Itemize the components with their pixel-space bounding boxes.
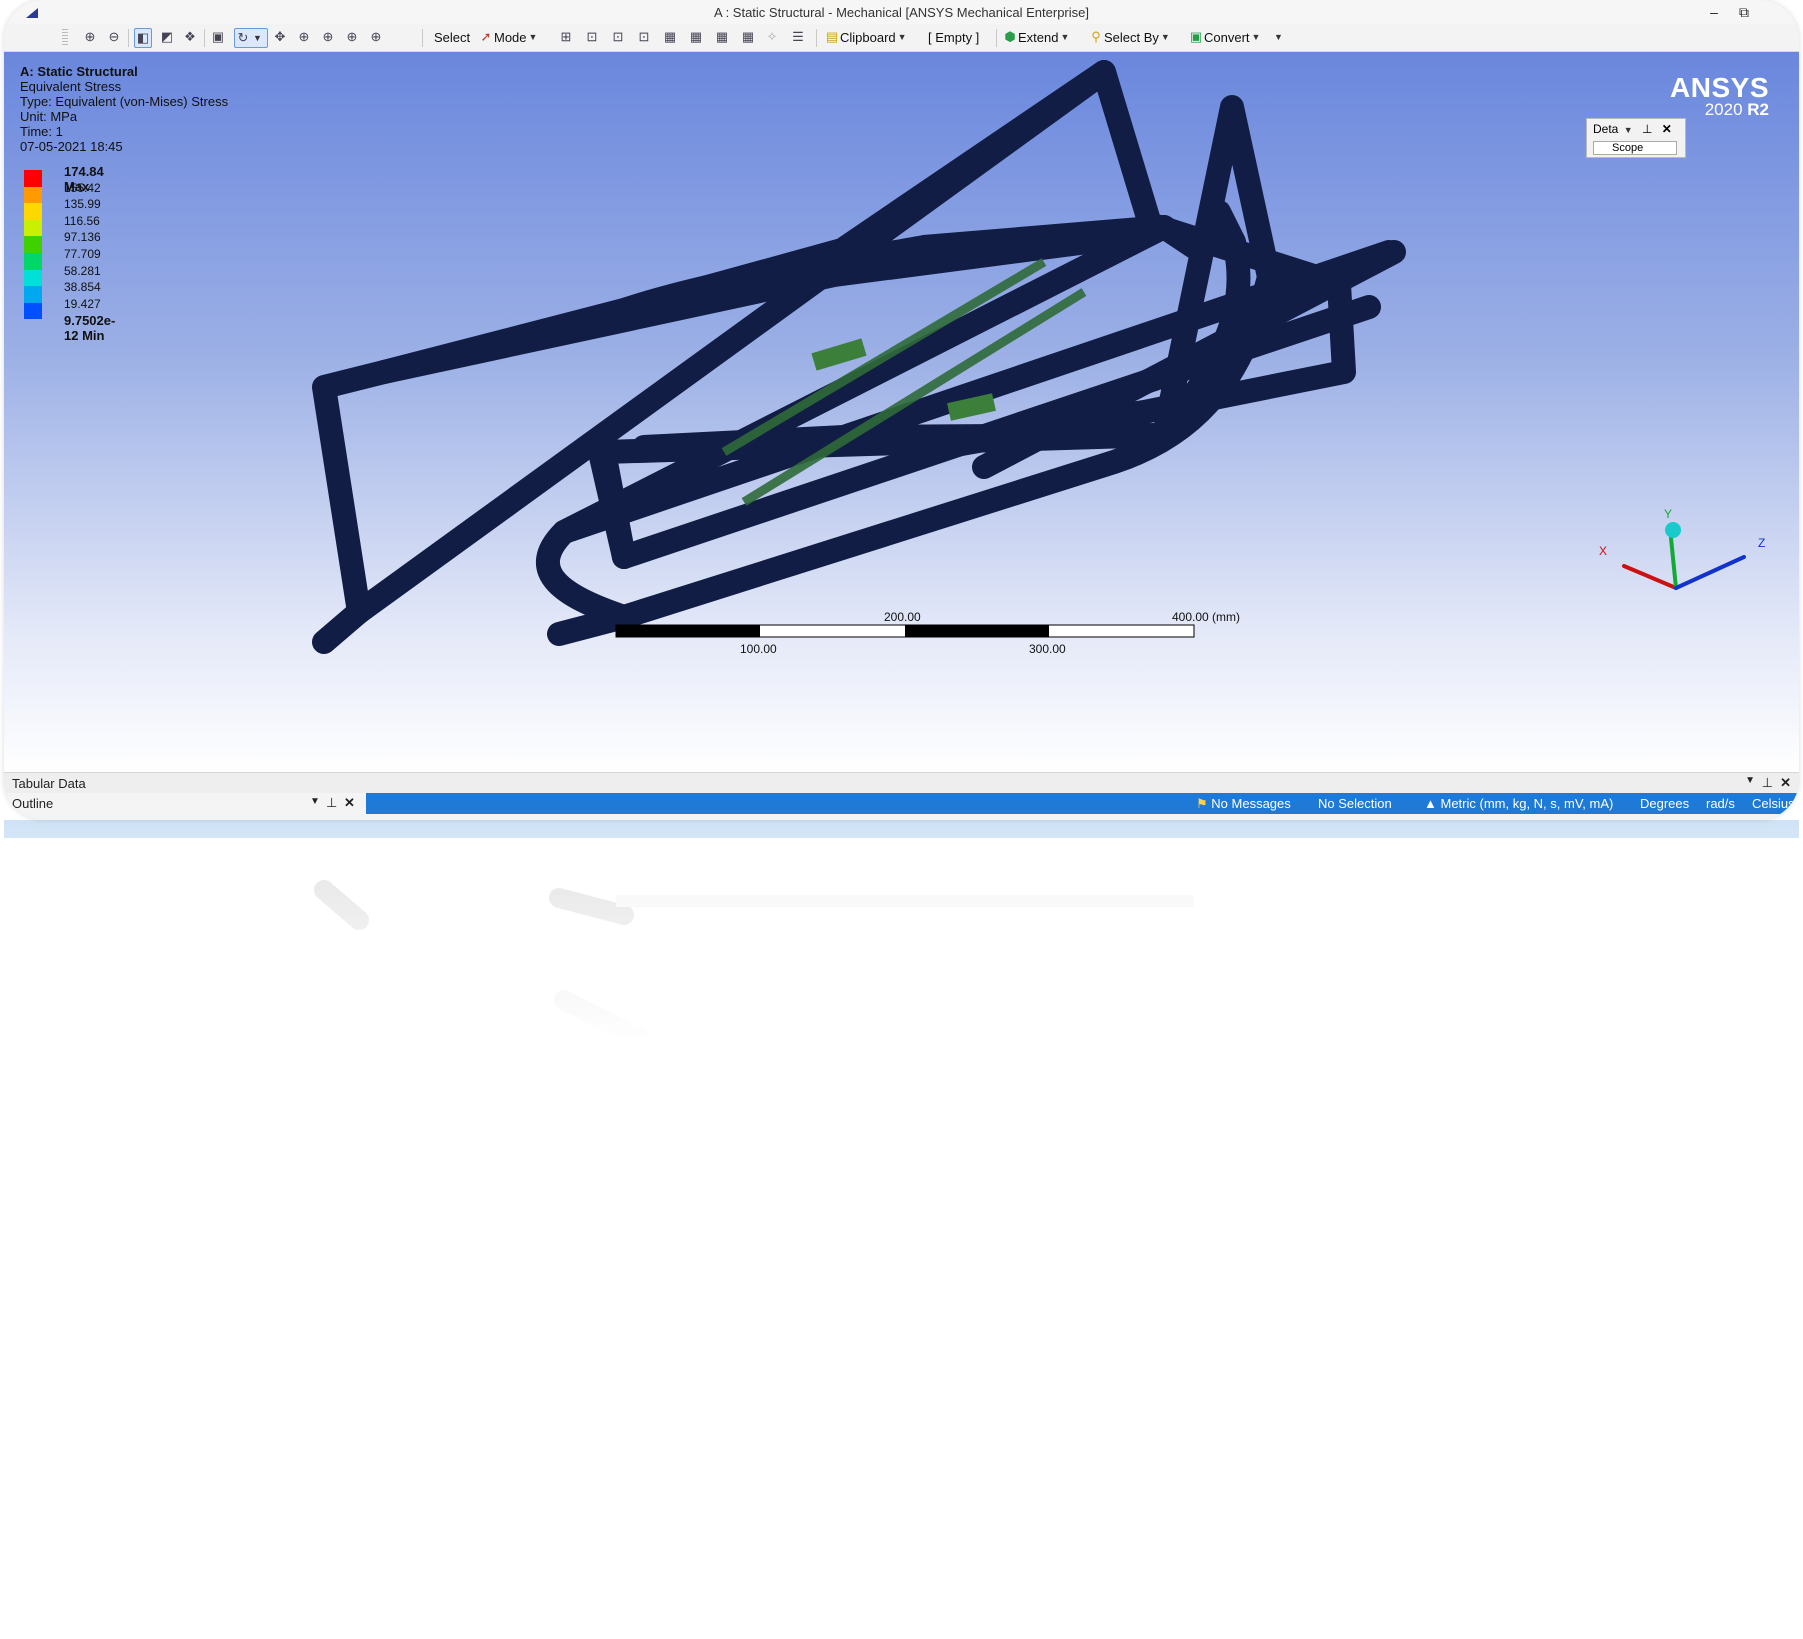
convert-icon: ▣ xyxy=(1189,29,1203,44)
clipboard-button[interactable]: ▤ Clipboard ▼ xyxy=(824,28,907,46)
zoom-fit-icon[interactable]: ⊕ xyxy=(344,28,360,46)
pin-icon: ⚲ xyxy=(1091,29,1101,44)
rotate-icon[interactable]: ↻ ▼ xyxy=(234,28,268,48)
close-icon[interactable]: ✕ xyxy=(1780,775,1791,791)
select-element-face-icon[interactable]: ▦ xyxy=(688,28,704,46)
magnifier-icon[interactable]: ⊕ xyxy=(368,28,384,46)
empty-indicator: [ Empty ] xyxy=(928,29,980,45)
select-element-icon[interactable]: ▦ xyxy=(714,28,730,46)
section-icon[interactable]: ▣ xyxy=(210,28,226,46)
clipboard-icon: ▤ xyxy=(825,29,839,44)
outline-title: Outline xyxy=(12,796,54,811)
messages-status[interactable]: ⚑ No Messages xyxy=(1196,796,1291,812)
ansys-mechanical-window: A : Static Structural - Mechanical [ANSY… xyxy=(4,0,1799,820)
select-node-icon[interactable]: ▦ xyxy=(662,28,678,46)
box-zoom-icon[interactable]: ⊕ xyxy=(320,28,336,46)
select-by-button[interactable]: ⚲ Select By ▼ xyxy=(1088,28,1170,46)
zoom-in-icon[interactable]: ⊕ xyxy=(82,28,98,46)
filter-icon[interactable]: ☰ xyxy=(790,28,806,46)
title-bar: A : Static Structural - Mechanical [ANSY… xyxy=(4,0,1799,24)
select-edge-icon[interactable]: ⊡ xyxy=(584,28,600,46)
triad xyxy=(1622,522,1746,590)
toolbar-grip[interactable] xyxy=(62,29,68,47)
scale-bar xyxy=(615,624,1195,638)
messages-icon: ⚑ xyxy=(1196,796,1208,811)
window-title: A : Static Structural - Mechanical [ANSY… xyxy=(714,5,1089,20)
zoom-out-icon[interactable]: ⊖ xyxy=(106,28,122,46)
zoom-icon[interactable]: ⊕ xyxy=(296,28,312,46)
mode-button[interactable]: ➚ Mode ▼ xyxy=(478,28,538,46)
temperature-units[interactable]: Celsius xyxy=(1752,796,1795,811)
tabular-data-header[interactable]: Tabular Data ▼ ⊥ ✕ xyxy=(4,772,1799,793)
extend-icon: ⬢ xyxy=(1004,29,1016,44)
rate-units[interactable]: rad/s xyxy=(1706,796,1735,811)
toolbar-overflow-icon[interactable]: ▼ xyxy=(1272,28,1283,46)
select-face-icon[interactable]: ⊡ xyxy=(610,28,626,46)
chevron-down-icon[interactable]: ▼ xyxy=(1745,775,1755,786)
units-status[interactable]: ▲ Metric (mm, kg, N, s, mV, mA) xyxy=(1424,796,1613,811)
select-mesh-icon[interactable]: ▦ xyxy=(740,28,756,46)
triad-y-label: Y xyxy=(1664,507,1673,521)
close-icon[interactable]: ✕ xyxy=(344,795,355,811)
wireframe-icon[interactable]: ◩ xyxy=(159,28,175,46)
graphics-viewport[interactable]: A: Static Structural Equivalent Stress T… xyxy=(4,52,1799,772)
outline-header[interactable]: Outline ▼ ⊥ ✕ xyxy=(4,793,364,814)
scale-bar-label: 300.00 xyxy=(1029,642,1066,656)
pin-icon[interactable]: ⊥ xyxy=(326,795,337,811)
scale-bar-label: 400.00 (mm) xyxy=(1172,610,1241,624)
graphics-toolbar: ⊕ ⊖ ◧ ◩ ❖ ▣ ↻ ▼ ✥ ⊕ ⊕ ⊕ ⊕ Select ➚ Mode ▼ ⊞… xyxy=(4,24,1799,52)
caret-up-icon: ▲ xyxy=(1424,796,1437,811)
pick-icon[interactable]: ✧ xyxy=(764,28,780,46)
edges-icon[interactable]: ❖ xyxy=(182,28,198,46)
convert-button[interactable]: ▣ Convert ▼ xyxy=(1188,28,1261,46)
scale-bar-label: 100.00 xyxy=(740,642,777,656)
triad-x-label: X xyxy=(1599,544,1608,558)
cursor-icon: ➚ xyxy=(480,29,492,44)
select-vertex-icon[interactable]: ⊞ xyxy=(558,28,574,46)
scale-bar-label: 200.00 xyxy=(884,610,921,624)
angle-units[interactable]: Degrees xyxy=(1640,796,1689,811)
select-body-icon[interactable]: ⊡ xyxy=(636,28,652,46)
minimize-button[interactable]: – xyxy=(1701,4,1727,20)
frame-model[interactable] xyxy=(4,52,1799,772)
pin-icon[interactable]: ⊥ xyxy=(1762,775,1773,791)
restore-button[interactable]: ⧉ xyxy=(1731,4,1757,21)
pan-icon[interactable]: ✥ xyxy=(272,28,288,46)
solid-view-icon[interactable]: ◧ xyxy=(134,28,152,48)
window-reflection xyxy=(4,820,1799,1080)
reflection-graphic xyxy=(4,820,1799,1080)
select-button[interactable]: Select xyxy=(434,28,470,46)
status-row: Outline ▼ ⊥ ✕ ⚑ No Messages No Selection… xyxy=(4,793,1799,814)
extend-button[interactable]: ⬢ Extend ▼ xyxy=(1002,28,1069,46)
status-bar: ⚑ No Messages No Selection ▲ Metric (mm,… xyxy=(366,793,1799,814)
triad-z-label: Z xyxy=(1758,536,1766,550)
selection-status: No Selection xyxy=(1318,796,1392,811)
chevron-down-icon[interactable]: ▼ xyxy=(310,796,320,807)
tabular-data-title: Tabular Data xyxy=(12,776,86,791)
